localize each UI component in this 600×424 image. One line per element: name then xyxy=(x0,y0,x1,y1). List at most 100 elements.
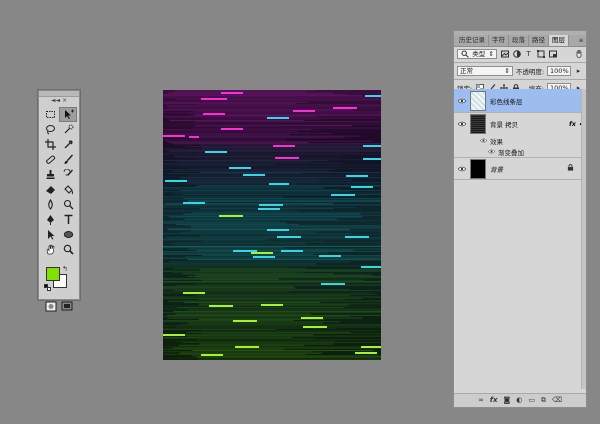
background-streak xyxy=(186,168,381,169)
layer-row-background[interactable]: 背景 xyxy=(454,158,586,180)
fx-icon[interactable]: fx xyxy=(569,120,576,128)
background-streak xyxy=(163,337,293,339)
quick-mask-icon[interactable] xyxy=(45,301,57,312)
adjustment-filter-icon[interactable] xyxy=(512,50,521,59)
quick-selection-tool[interactable] xyxy=(59,122,77,137)
layer-row-background-copy[interactable]: 背景 拷贝 fx ▴ xyxy=(454,113,586,135)
layer-name[interactable]: 背景 拷贝 xyxy=(490,119,518,129)
effect-eye-icon[interactable] xyxy=(487,148,496,156)
add-style-icon[interactable]: fx xyxy=(490,397,498,404)
clone-stamp-tool[interactable] xyxy=(41,167,59,182)
bright-line-segment xyxy=(355,352,377,354)
layer-row-colored-lines[interactable]: 彩色线条层 xyxy=(454,89,586,113)
background-streak xyxy=(199,171,381,174)
visibility-eye-icon[interactable] xyxy=(454,166,470,172)
paint-bucket-tool[interactable] xyxy=(59,182,77,197)
close-panel-button[interactable]: × xyxy=(62,98,67,104)
path-selection-tool[interactable] xyxy=(41,227,59,242)
pixel-filter-icon[interactable] xyxy=(500,50,509,59)
link-layers-icon[interactable]: ∞ xyxy=(478,397,484,404)
foreground-color-swatch[interactable] xyxy=(46,267,60,281)
opacity-input[interactable]: 100% xyxy=(547,66,572,76)
filter-kind-select[interactable]: 类型 ⇕ xyxy=(457,49,497,59)
background-streak xyxy=(163,325,381,327)
collapse-panel-button[interactable]: ◄◄ xyxy=(51,98,60,104)
crop-tool[interactable] xyxy=(41,137,59,152)
background-streak xyxy=(202,240,326,242)
visibility-eye-icon[interactable] xyxy=(454,121,470,127)
blur-tool[interactable] xyxy=(41,197,59,212)
eyedropper-tool[interactable] xyxy=(59,137,77,152)
history-brush-tool[interactable] xyxy=(59,167,77,182)
move-tool[interactable] xyxy=(59,107,77,122)
new-adjustment-layer-icon[interactable]: ◐ xyxy=(516,397,522,404)
type-tool[interactable] xyxy=(59,212,77,227)
background-streak xyxy=(164,130,322,132)
background-streak xyxy=(195,277,381,279)
effects-label: 效果 xyxy=(490,137,503,146)
background-streak xyxy=(172,170,330,172)
swap-colors-icon[interactable]: ↰ xyxy=(62,265,68,273)
tab-paragraph[interactable]: 段落 xyxy=(509,35,529,46)
effects-eye-icon[interactable] xyxy=(479,137,488,145)
hand-tool[interactable] xyxy=(41,242,59,257)
background-streak xyxy=(163,312,381,314)
delete-layer-icon[interactable]: ⌫ xyxy=(552,397,562,404)
bright-line-segment xyxy=(275,157,299,159)
zoom-tool[interactable] xyxy=(59,242,77,257)
visibility-eye-icon[interactable] xyxy=(454,98,470,104)
tab-layers[interactable]: 图层 xyxy=(549,35,569,46)
bright-line-segment xyxy=(319,255,341,257)
bright-line-segment xyxy=(203,113,225,115)
shape-tool[interactable] xyxy=(59,227,77,242)
screen-mode-icon[interactable] xyxy=(61,301,73,312)
document-canvas[interactable] xyxy=(163,90,381,360)
panel-menu-icon[interactable]: ≡ xyxy=(576,35,586,46)
healing-brush-tool[interactable] xyxy=(41,152,59,167)
brush-tool[interactable] xyxy=(59,152,77,167)
background-streak xyxy=(163,320,294,321)
layer-name[interactable]: 背景 xyxy=(490,164,503,174)
opacity-dropdown-icon[interactable]: ▸ xyxy=(574,67,583,76)
shape-filter-icon[interactable] xyxy=(536,50,545,59)
background-streak xyxy=(163,253,314,255)
background-streak xyxy=(163,96,381,98)
effects-row[interactable]: 效果 xyxy=(454,135,586,146)
smart-object-filter-icon[interactable] xyxy=(548,50,557,59)
eraser-tool[interactable] xyxy=(41,182,59,197)
new-layer-icon[interactable]: ⧉ xyxy=(541,397,546,404)
blend-mode-select[interactable]: 正常 ⇕ xyxy=(457,66,513,76)
add-mask-icon[interactable]: ◙ xyxy=(503,397,510,404)
pen-tool[interactable] xyxy=(41,212,59,227)
background-streak xyxy=(174,192,381,194)
tab-character[interactable]: 字符 xyxy=(489,35,509,46)
new-group-icon[interactable]: ▭ xyxy=(528,397,535,404)
bright-line-segment xyxy=(221,92,243,94)
layer-name[interactable]: 彩色线条层 xyxy=(490,96,523,106)
background-streak xyxy=(163,233,352,234)
background-streak xyxy=(163,210,299,212)
background-streak xyxy=(164,338,316,340)
bright-line-segment xyxy=(163,334,185,336)
drop-icon xyxy=(47,199,53,210)
bright-line-segment xyxy=(361,346,381,348)
bright-line-segment xyxy=(259,204,283,206)
background-streak xyxy=(163,286,294,288)
background-streak xyxy=(176,242,381,243)
bright-line-segment xyxy=(363,158,381,160)
background-streak xyxy=(163,278,279,280)
rectangular-marquee-tool[interactable] xyxy=(41,107,59,122)
default-colors-icon[interactable] xyxy=(44,284,51,291)
dodge-tool[interactable] xyxy=(59,197,77,212)
lasso-tool[interactable] xyxy=(41,122,59,137)
tab-history[interactable]: 历史记录 xyxy=(456,35,489,46)
filter-toggle-icon[interactable] xyxy=(574,50,583,59)
background-streak xyxy=(179,179,353,181)
tab-paths[interactable]: 路径 xyxy=(529,35,549,46)
type-filter-icon[interactable]: T xyxy=(524,50,533,59)
layers-scrollbar[interactable] xyxy=(581,89,586,389)
gradient-overlay-effect-row[interactable]: 渐变叠加 xyxy=(454,146,586,158)
background-streak xyxy=(183,213,361,215)
background-streak xyxy=(198,303,381,305)
background-streak xyxy=(166,149,381,151)
